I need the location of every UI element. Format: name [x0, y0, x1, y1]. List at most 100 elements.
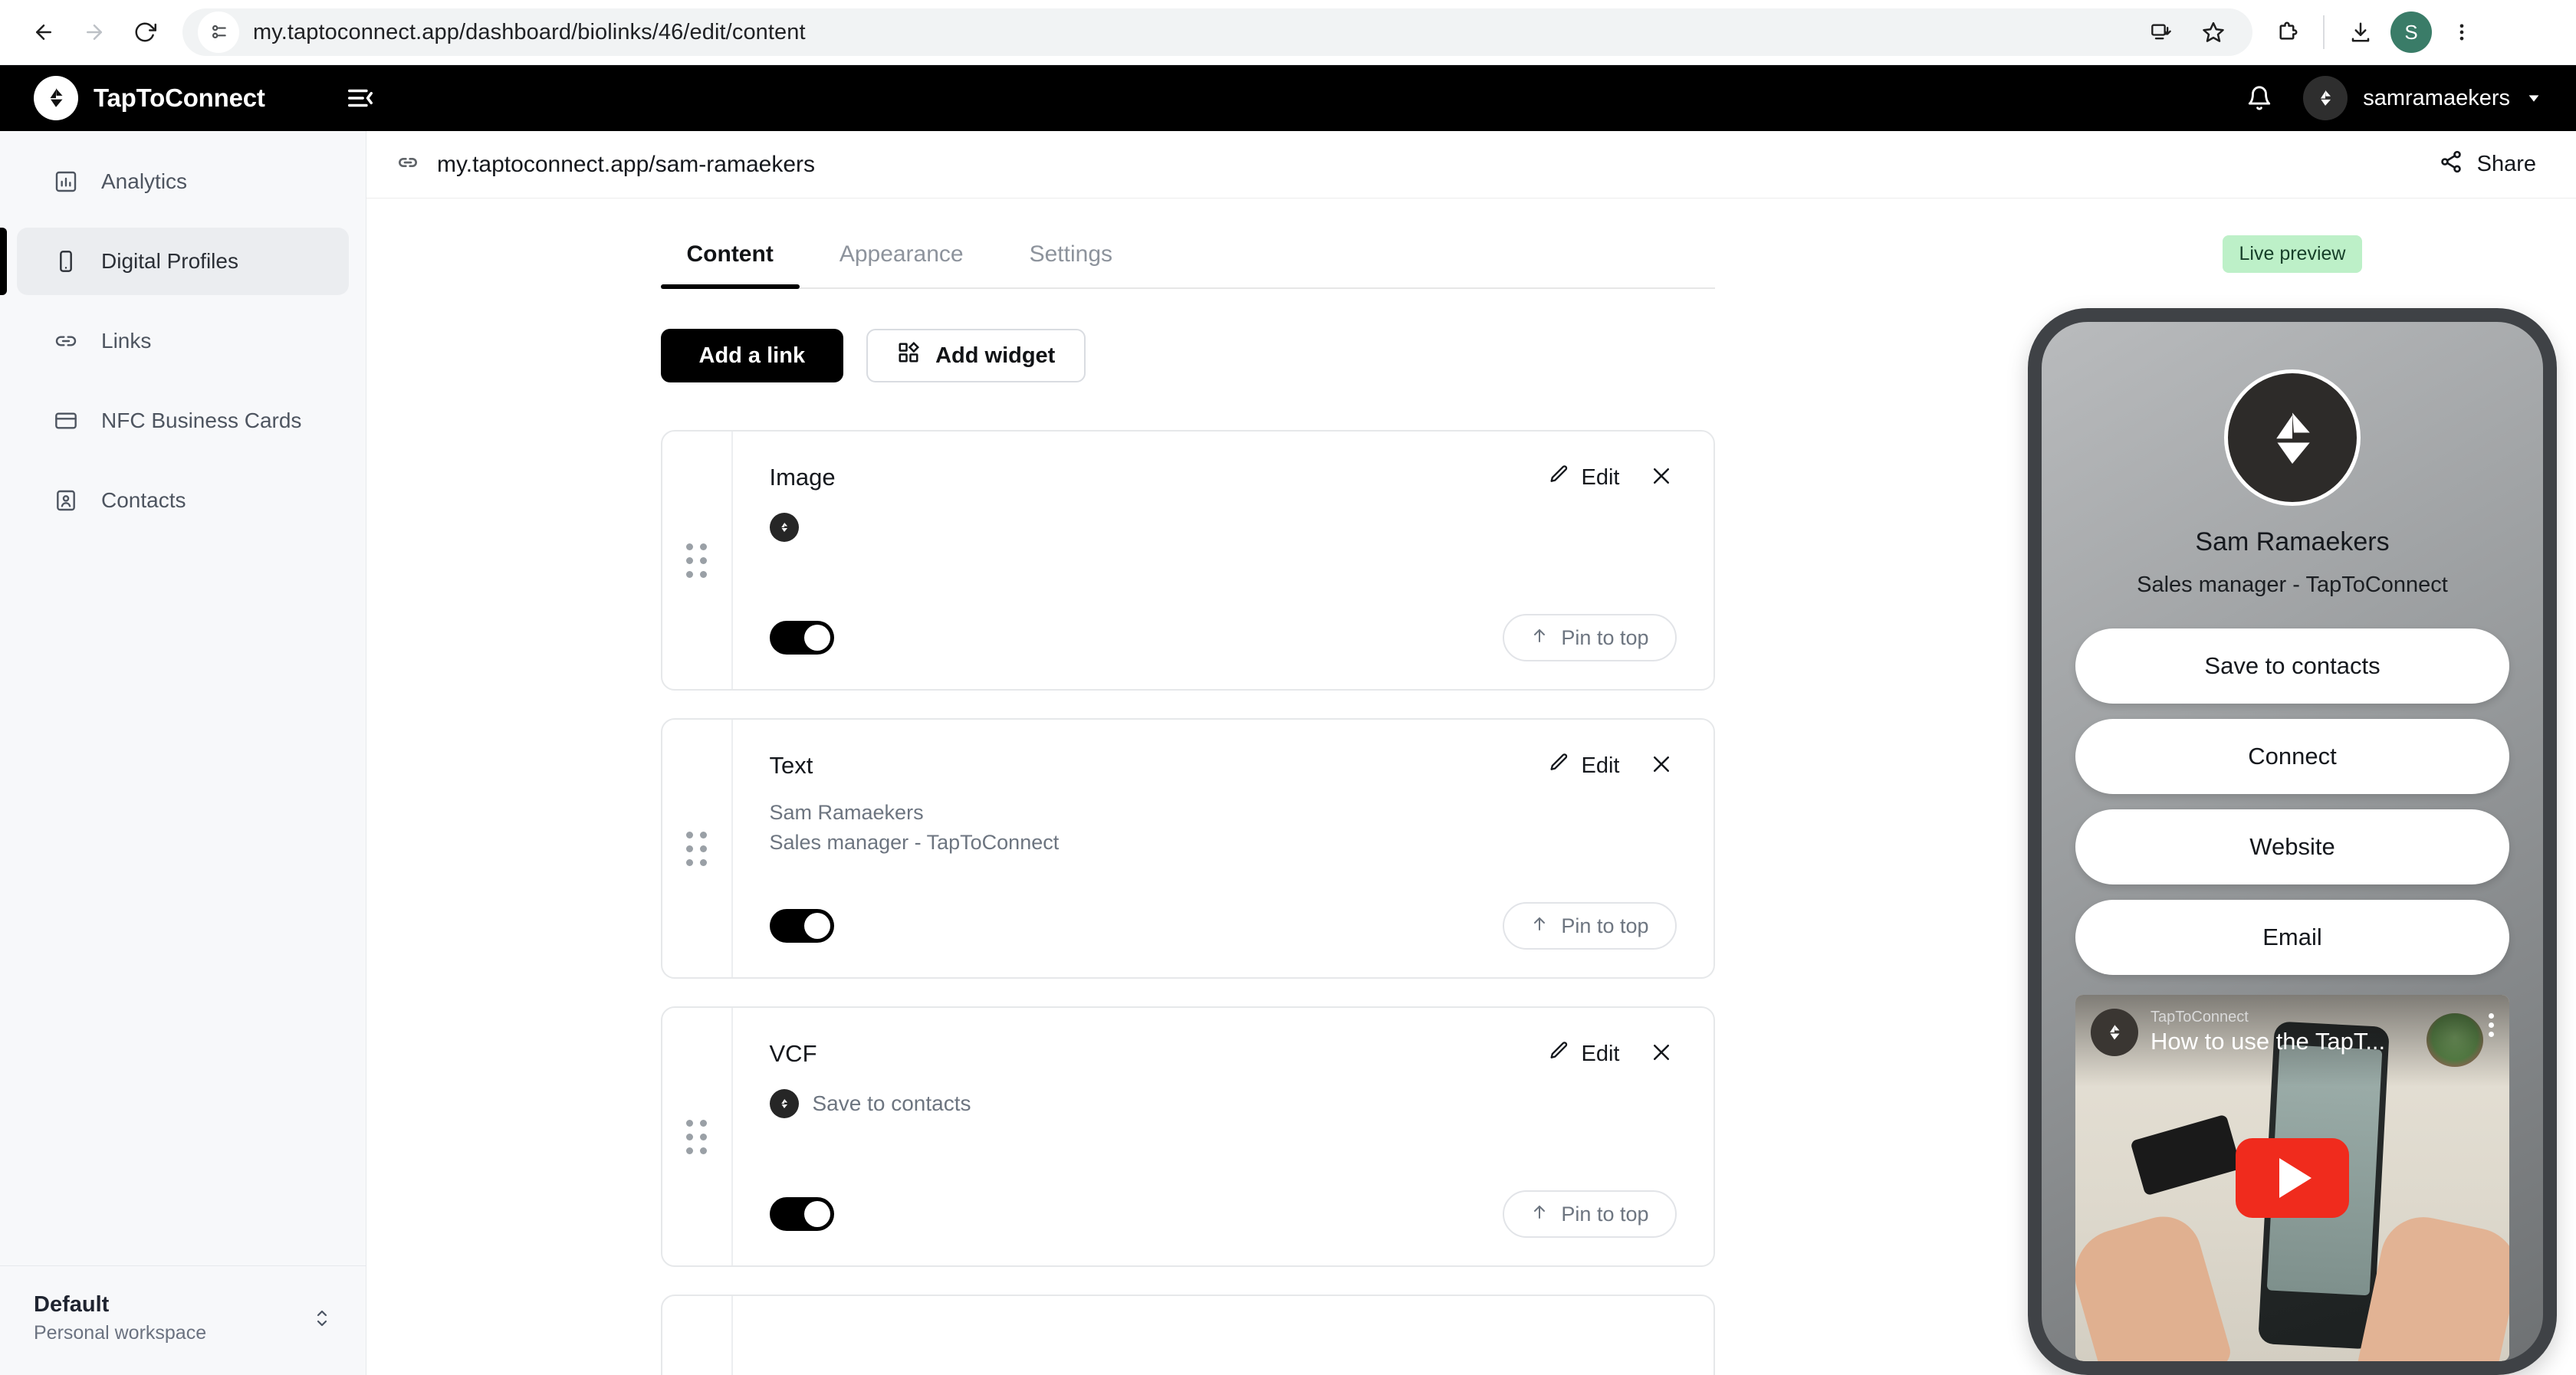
analytics-icon [51, 166, 81, 197]
sidebar-item-label: Links [101, 329, 152, 353]
pin-to-top-button[interactable]: Pin to top [1503, 1190, 1677, 1238]
preview-title: Sales manager - TapToConnect [2137, 573, 2448, 597]
workspace-subtitle: Personal workspace [34, 1322, 207, 1344]
edit-button[interactable]: Edit [1548, 752, 1620, 779]
share-icon [2439, 149, 2463, 180]
browser-actions: S [2263, 8, 2486, 56]
visibility-toggle[interactable] [769, 909, 834, 943]
add-link-button[interactable]: Add a link [660, 329, 844, 382]
address-bar[interactable]: my.taptoconnect.app/dashboard/biolinks/4… [182, 8, 2252, 56]
brand-name: TapToConnect [94, 84, 265, 112]
preview-button-email[interactable]: Email [2075, 900, 2509, 975]
main-body: Content Appearance Settings Add a link A… [366, 199, 2576, 1375]
pin-to-top-label: Pin to top [1561, 914, 1649, 937]
contact-icon [51, 485, 81, 516]
visibility-toggle[interactable] [769, 1197, 834, 1231]
sidebar-item-label: Analytics [101, 169, 188, 193]
url-text: my.taptoconnect.app/dashboard/biolinks/4… [253, 19, 806, 44]
back-button[interactable] [20, 8, 67, 56]
sidebar-item-label: Digital Profiles [101, 249, 238, 273]
content-card-image: Image Edit Pin to top [660, 430, 1715, 691]
app-header: TapToConnect samramaekers [0, 65, 2576, 131]
sidebar-item-analytics[interactable]: Analytics [17, 148, 349, 215]
remove-button[interactable] [1646, 462, 1677, 493]
channel-avatar[interactable] [2091, 1009, 2138, 1056]
text-line: Sales manager - TapToConnect [769, 831, 1060, 854]
remove-button[interactable] [1646, 1039, 1677, 1069]
video-overlay-header: TapToConnect How to use the TapT... [2075, 995, 2509, 1087]
preview-button-connect[interactable]: Connect [2075, 719, 2509, 794]
remove-button[interactable] [1646, 750, 1677, 781]
chevron-up-down-icon [312, 1305, 332, 1331]
editor-actions: Add a link Add widget [660, 329, 1715, 382]
video-more-icon[interactable] [2489, 1009, 2494, 1037]
preview-button-save-to-contacts[interactable]: Save to contacts [2075, 628, 2509, 704]
user-avatar [2303, 76, 2348, 120]
arrow-up-icon [1530, 1203, 1549, 1226]
profile-url-bar: my.taptoconnect.app/sam-ramaekers Share [366, 131, 2576, 199]
card-preview-vcf: Save to contacts [769, 1089, 1677, 1190]
tab-content[interactable]: Content [660, 241, 800, 289]
sidebar-item-nfc-business-cards[interactable]: NFC Business Cards [17, 387, 349, 455]
editor-inner: Content Appearance Settings Add a link A… [660, 241, 1715, 1375]
card-icon [51, 405, 81, 436]
sidebar-item-links[interactable]: Links [17, 307, 349, 375]
preview-youtube-embed[interactable]: TapToConnect How to use the TapT... [2075, 995, 2509, 1361]
profile-url-text: my.taptoconnect.app/sam-ramaekers [437, 151, 815, 177]
drag-handle[interactable] [662, 1296, 733, 1375]
notifications-bell-icon[interactable] [2239, 77, 2280, 119]
workspace-switcher[interactable]: Default Personal workspace [0, 1265, 366, 1375]
extensions-icon[interactable] [2263, 8, 2311, 56]
phone-mockup: Sam Ramaekers Sales manager - TapToConne… [2028, 308, 2557, 1375]
chain-link-icon [396, 150, 420, 179]
sidebar-item-label: Contacts [101, 488, 186, 512]
drag-handle[interactable] [662, 1008, 733, 1265]
pin-to-top-button[interactable]: Pin to top [1503, 902, 1677, 950]
pencil-icon [1548, 1040, 1569, 1068]
card-body: Text Edit Sam Ramaekers Sales manager - … [733, 720, 1714, 977]
card-preview-image [769, 513, 1677, 614]
bookmark-star-icon[interactable] [2190, 8, 2237, 56]
user-menu[interactable]: samramaekers [2303, 76, 2542, 120]
drag-handle[interactable] [662, 432, 733, 689]
edit-button[interactable]: Edit [1548, 464, 1620, 491]
profile-url-group[interactable]: my.taptoconnect.app/sam-ramaekers [396, 150, 815, 179]
preview-button-website[interactable]: Website [2075, 809, 2509, 884]
sidebar: Analytics Digital Profiles Links NFC Bus… [0, 131, 366, 1375]
add-widget-button[interactable]: Add widget [866, 329, 1086, 382]
card-body [733, 1296, 1714, 1375]
forward-button[interactable] [71, 8, 118, 56]
browser-menu-icon[interactable] [2438, 8, 2486, 56]
reload-button[interactable] [121, 8, 169, 56]
card-title: Text [769, 752, 813, 779]
video-channel-name: TapToConnect [2150, 1009, 2249, 1026]
visibility-toggle[interactable] [769, 621, 834, 655]
card-body: VCF Edit Save to contacts Pin to top [733, 1008, 1714, 1265]
downloads-icon[interactable] [2337, 8, 2384, 56]
card-header: VCF Edit [770, 1039, 1677, 1069]
share-label: Share [2476, 152, 2536, 176]
site-info-icon[interactable] [198, 11, 239, 53]
chrome-profile-avatar[interactable]: S [2390, 11, 2432, 53]
youtube-play-button[interactable] [2236, 1138, 2349, 1218]
share-button[interactable]: Share [2439, 149, 2536, 180]
add-widget-label: Add widget [935, 343, 1056, 368]
brand-logo[interactable]: TapToConnect [34, 76, 265, 120]
sidebar-collapse-icon[interactable] [340, 78, 380, 118]
tab-appearance[interactable]: Appearance [840, 241, 964, 287]
live-preview-badge: Live preview [2222, 235, 2363, 273]
drag-handle[interactable] [662, 720, 733, 977]
preview-avatar [2224, 369, 2361, 506]
edit-button[interactable]: Edit [1548, 1040, 1620, 1068]
phone-icon [51, 246, 81, 277]
card-preview-text: Sam Ramaekers Sales manager - TapToConne… [770, 801, 1677, 902]
tab-settings[interactable]: Settings [1030, 241, 1112, 287]
install-app-icon[interactable] [2137, 8, 2185, 56]
sidebar-item-digital-profiles[interactable]: Digital Profiles [0, 228, 349, 295]
sidebar-item-contacts[interactable]: Contacts [17, 467, 349, 534]
card-title: VCF [769, 1040, 817, 1067]
text-line: Sam Ramaekers [769, 801, 924, 824]
drag-dots-icon [686, 543, 707, 578]
browser-toolbar: my.taptoconnect.app/dashboard/biolinks/4… [0, 0, 2576, 65]
pin-to-top-button[interactable]: Pin to top [1503, 614, 1677, 661]
